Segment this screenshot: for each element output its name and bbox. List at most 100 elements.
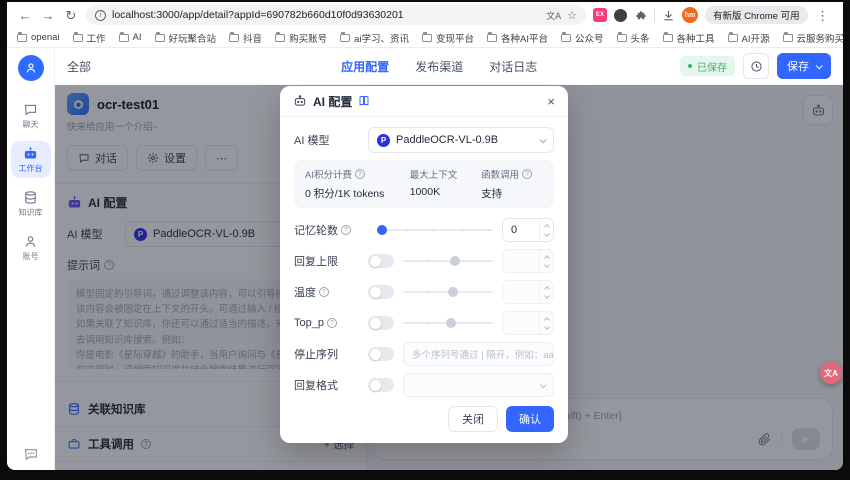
help-icon[interactable]: ?	[326, 318, 337, 328]
memory-rounds-slider[interactable]	[377, 223, 493, 237]
memory-rounds-row: 记忆轮数? 0	[294, 218, 554, 242]
content-area: ocr-test01 快来给应用一个介绍~ 对话 设置 ⋯ AI 配置 AI 模…	[55, 85, 843, 470]
bookmark-folder[interactable]: 各种工具	[662, 31, 715, 45]
temperature-input[interactable]	[502, 280, 554, 304]
folder-icon	[72, 32, 83, 42]
max-reply-slider[interactable]	[403, 254, 493, 268]
bookmark-folder[interactable]: ai学习、资讯	[340, 31, 409, 45]
save-button[interactable]: 保存	[777, 53, 831, 79]
bookmarks-bar: openai 工作 AI 好玩聚合站 抖音 购买账号 ai学习、资讯 变现平台 …	[7, 28, 843, 48]
docs-book-icon[interactable]	[358, 95, 370, 107]
app-header: 全部 应用配置 发布渠道 对话日志 已保存 保存	[55, 48, 843, 85]
sidebar-item-chat[interactable]: 聊天	[11, 97, 51, 134]
modal-model-label: AI 模型	[294, 135, 330, 147]
extension-dark-icon[interactable]	[614, 8, 627, 22]
top-p-input[interactable]	[502, 311, 554, 335]
user-avatar[interactable]	[17, 55, 44, 81]
site-info-icon[interactable]: i	[95, 9, 106, 21]
reply-format-row: 回复格式	[294, 373, 554, 397]
close-icon[interactable]: ×	[547, 95, 555, 108]
profile-avatar[interactable]: hm	[682, 7, 698, 23]
forward-icon[interactable]: →	[40, 9, 56, 22]
feedback-icon[interactable]	[23, 446, 39, 462]
folder-icon	[782, 32, 793, 42]
reply-format-select[interactable]	[403, 373, 554, 397]
tab-publish-channel[interactable]: 发布渠道	[415, 58, 463, 75]
nav-rail: 聊天 工作台 知识库 账号	[7, 48, 55, 470]
address-bar[interactable]: i localhost:3000/app/detail?appId=690782…	[86, 5, 586, 25]
stop-sequence-toggle[interactable]	[368, 347, 394, 361]
max-reply-row: 回复上限	[294, 249, 554, 273]
bookmark-star-icon[interactable]: ☆	[567, 9, 577, 22]
menu-icon[interactable]: ⋮	[815, 9, 831, 22]
bookmark-folder[interactable]: 头条	[616, 31, 650, 45]
stepper[interactable]	[539, 219, 553, 241]
folder-icon	[229, 32, 240, 42]
stepper[interactable]	[539, 312, 553, 334]
main-area: 全部 应用配置 发布渠道 对话日志 已保存 保存 ocr-test01 快来给应…	[55, 48, 843, 470]
download-icon[interactable]	[662, 9, 675, 22]
top-p-slider[interactable]	[403, 316, 493, 330]
folder-icon	[421, 32, 432, 42]
tab-chat-logs[interactable]: 对话日志	[489, 58, 537, 75]
help-icon[interactable]: ?	[354, 169, 365, 179]
modal-model-select[interactable]: P PaddleOCR-VL-0.9B	[368, 127, 554, 153]
tab-app-config[interactable]: 应用配置	[341, 58, 389, 75]
history-button[interactable]	[743, 53, 769, 79]
bookmark-folder[interactable]: 工作	[72, 31, 106, 45]
bookmark-folder[interactable]: 云服务购买	[782, 31, 843, 45]
memory-rounds-input[interactable]: 0	[502, 218, 554, 242]
bookmark-folder[interactable]: 各种AI平台	[487, 31, 548, 45]
bookmark-folder[interactable]: openai	[17, 32, 60, 43]
saved-dot-icon	[688, 64, 692, 68]
folder-icon	[662, 32, 673, 42]
url-text[interactable]: localhost:3000/app/detail?appId=690782b6…	[112, 9, 540, 21]
clock-icon	[750, 60, 762, 72]
top-p-row: Top_p?	[294, 311, 554, 335]
stepper[interactable]	[539, 250, 553, 272]
chat-icon	[24, 104, 37, 116]
app-root: 聊天 工作台 知识库 账号 全部 应用配置 发布渠道 对话日志 已保存 保存 o…	[7, 48, 843, 470]
folder-icon	[487, 32, 497, 42]
folder-icon	[560, 32, 571, 42]
bookmark-folder[interactable]: 变现平台	[421, 31, 474, 45]
bookmark-folder[interactable]: 抖音	[229, 31, 262, 45]
confirm-button[interactable]: 确认	[506, 406, 554, 432]
folder-icon	[154, 32, 165, 42]
help-icon[interactable]: ?	[341, 225, 351, 235]
header-tabs: 应用配置 发布渠道 对话日志	[341, 58, 537, 75]
chevron-down-icon	[539, 135, 547, 143]
back-icon[interactable]: ←	[17, 9, 33, 22]
extension-badge-icon[interactable]: EX	[593, 8, 607, 22]
help-icon[interactable]: ?	[319, 287, 329, 297]
sidebar-item-account[interactable]: 账号	[11, 229, 51, 266]
function-call-value: 支持	[481, 188, 503, 200]
sidebar-item-workbench[interactable]: 工作台	[10, 141, 51, 178]
bookmark-folder[interactable]: 好玩聚合站	[154, 31, 216, 45]
close-button[interactable]: 关闭	[448, 406, 498, 432]
bookmark-folder[interactable]: 购买账号	[275, 31, 327, 45]
sidebar-item-knowledge[interactable]: 知识库	[11, 185, 51, 222]
extensions-puzzle-icon[interactable]	[634, 9, 647, 22]
translate-fab[interactable]: 文A	[820, 362, 842, 384]
stop-sequence-input[interactable]: 多个序列号通过 | 隔开，例如：aaa|stop	[403, 342, 554, 366]
bookmark-folder[interactable]: AI开源	[727, 31, 770, 45]
top-p-toggle[interactable]	[368, 316, 394, 330]
bookmark-folder[interactable]: 公众号	[560, 31, 604, 45]
robot-icon	[24, 147, 37, 159]
translate-icon[interactable]: 文A	[546, 9, 561, 22]
person-icon	[25, 236, 36, 247]
temperature-toggle[interactable]	[368, 285, 394, 299]
help-icon[interactable]: ?	[522, 169, 533, 179]
reload-icon[interactable]: ↻	[63, 9, 79, 22]
stepper[interactable]	[539, 281, 553, 303]
scope-breadcrumb[interactable]: 全部	[67, 58, 91, 75]
robot-icon	[294, 95, 306, 106]
bookmark-folder[interactable]: AI	[118, 32, 142, 43]
max-reply-toggle[interactable]	[368, 254, 394, 268]
temperature-slider[interactable]	[403, 285, 493, 299]
chrome-update-button[interactable]: 有新版 Chrome 可用	[705, 6, 808, 24]
browser-window: ← → ↻ i localhost:3000/app/detail?appId=…	[7, 2, 843, 470]
reply-format-toggle[interactable]	[368, 378, 394, 392]
max-reply-input[interactable]	[502, 249, 554, 273]
